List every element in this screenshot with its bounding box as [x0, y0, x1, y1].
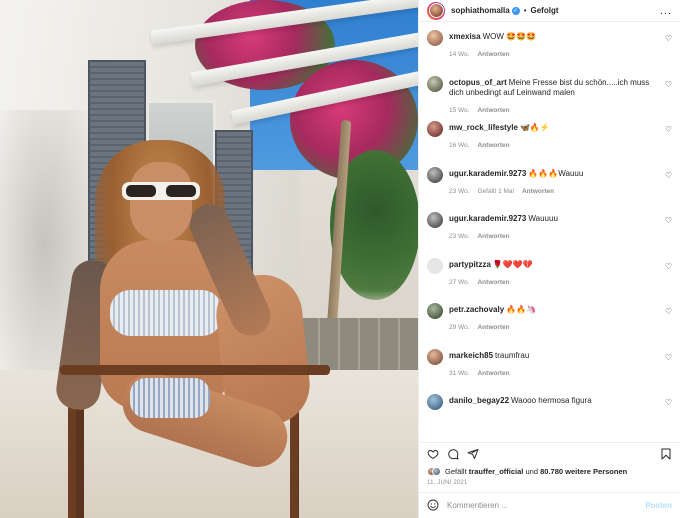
comment-text: 🌹❤️❤️💔: [492, 259, 533, 269]
comment-item: danilo_begay22 Waooo hermosa figura ♡: [427, 394, 672, 440]
save-bookmark-icon[interactable]: [660, 448, 672, 460]
comment-avatar[interactable]: [427, 121, 443, 137]
comment-like-heart-icon[interactable]: ♡: [662, 258, 672, 271]
comment-reply-button[interactable]: Antworten: [477, 278, 509, 288]
like-heart-icon[interactable]: [427, 448, 439, 460]
comment-username[interactable]: ugur.karademir.9273: [449, 214, 526, 223]
comment-like-heart-icon[interactable]: ♡: [662, 167, 672, 180]
comment-text: traumfrau: [495, 350, 530, 360]
comment-item: markeich85 traumfrau 31 Wo. Antworten ♡: [427, 348, 672, 395]
likes-prefix: Gefällt: [445, 466, 467, 476]
comment-username[interactable]: octopus_of_art: [449, 78, 507, 87]
share-paper-plane-icon[interactable]: [467, 448, 479, 460]
comment-username[interactable]: markeich85: [449, 351, 493, 360]
comment-avatar[interactable]: [427, 303, 443, 319]
comment-reply-button[interactable]: Antworten: [477, 50, 509, 60]
likes-count-link[interactable]: 80.780 weitere Personen: [540, 467, 627, 476]
comment-item: mw_rock_lifestyle 🦋🔥⚡ 16 Wo. Antworten ♡: [427, 121, 672, 167]
comment-reply-button[interactable]: Antworten: [477, 106, 509, 116]
comment-reply-button[interactable]: Antworten: [477, 141, 509, 151]
comment-avatar[interactable]: [427, 212, 443, 228]
comment-username[interactable]: petr.zachovaly: [449, 305, 504, 314]
comment-text: Waooo hermosa figura: [511, 396, 592, 405]
comment-time[interactable]: 15 Wo.: [449, 106, 469, 116]
comment-avatar[interactable]: [427, 394, 443, 410]
comment-time[interactable]: 31 Wo.: [449, 369, 469, 379]
comment-item: octopus_of_art Meine Fresse bist du schön…: [427, 75, 672, 122]
comment-username[interactable]: mw_rock_lifestyle: [449, 123, 518, 132]
likes-user-link[interactable]: trauffer_official: [469, 467, 524, 476]
comment-item: ugur.karademir.9273 🔥🔥🔥Wauuu 23 Wo. Gefäll…: [427, 166, 672, 213]
comment-username[interactable]: partypitzza: [449, 260, 491, 269]
comment-reply-button[interactable]: Antworten: [522, 187, 554, 197]
comment-like-heart-icon[interactable]: ♡: [662, 121, 672, 134]
comment-text: WOW 🤩🤩🤩: [482, 32, 537, 41]
more-options-icon[interactable]: ...: [660, 5, 672, 16]
comment-time[interactable]: 16 Wo.: [449, 141, 469, 151]
comment-text: 🦋🔥⚡: [519, 123, 550, 132]
comment-time[interactable]: 23 Wo.: [449, 187, 469, 197]
comment-avatar[interactable]: [427, 348, 443, 365]
comment-avatar[interactable]: [427, 166, 443, 183]
comment-time[interactable]: 23 Wo.: [449, 232, 469, 242]
comment-like-heart-icon[interactable]: ♡: [662, 303, 672, 316]
likes-middle: und: [525, 466, 538, 476]
comment-item: ugur.karademir.9273 Wauuuu 23 Wo. Antworte…: [427, 212, 672, 258]
comment-time[interactable]: 27 Wo.: [449, 278, 469, 288]
comment-text: 🔥🔥🦄: [506, 305, 537, 314]
header-username[interactable]: sophiathomalla: [451, 6, 510, 15]
post-date[interactable]: 11. JUNI 2021: [419, 478, 680, 492]
post-comment-button[interactable]: Posten: [645, 501, 672, 510]
emoji-smiley-icon[interactable]: [427, 499, 439, 513]
comment-time[interactable]: 14 Wo.: [449, 50, 469, 60]
post-sidebar: sophiathomalla ✓ • Gefolgt ... xmexisa WO…: [418, 0, 680, 518]
follow-status-button[interactable]: Gefolgt: [531, 6, 559, 15]
comment-like-heart-icon[interactable]: ♡: [662, 212, 672, 225]
profile-avatar[interactable]: [427, 1, 445, 20]
comment-username[interactable]: ugur.karademir.9273: [449, 169, 526, 178]
liker-avatar[interactable]: [432, 466, 441, 476]
comment-text: Wauuuu: [528, 214, 558, 223]
comment-username[interactable]: danilo_begay22: [449, 396, 509, 405]
post-actions: [419, 442, 680, 464]
comment-reply-button[interactable]: Antworten: [477, 232, 509, 242]
comment-username[interactable]: xmexisa: [449, 32, 481, 41]
comment-like-heart-icon[interactable]: ♡: [662, 30, 672, 43]
comment-list[interactable]: xmexisa WOW 🤩🤩🤩 14 Wo. Antworten ♡ octopus…: [419, 22, 680, 442]
header-separator: •: [523, 6, 527, 15]
comment-avatar-default[interactable]: [427, 257, 443, 274]
verified-badge-icon: ✓: [511, 6, 520, 15]
comment-bubble-icon[interactable]: [447, 448, 459, 460]
instagram-post: sophiathomalla ✓ • Gefolgt ... xmexisa WO…: [0, 0, 680, 518]
comment-avatar[interactable]: [427, 75, 443, 92]
comment-item: petr.zachovaly 🔥🔥🦄 29 Wo. Antworten ♡: [427, 303, 672, 349]
post-header: sophiathomalla ✓ • Gefolgt ...: [419, 0, 680, 22]
comment-reply-button[interactable]: Antworten: [477, 323, 509, 333]
comment-like-heart-icon[interactable]: ♡: [662, 394, 672, 407]
comment-compose: Posten: [419, 492, 680, 518]
comment-avatar[interactable]: [427, 30, 443, 46]
comment-like-heart-icon[interactable]: ♡: [662, 349, 672, 362]
comment-like-heart-icon[interactable]: ♡: [662, 76, 672, 89]
comment-item: partypitzza 🌹❤️❤️💔 27 Wo. Antworten ♡: [427, 257, 672, 304]
photo-person: [53, 140, 314, 518]
comment-item: xmexisa WOW 🤩🤩🤩 14 Wo. Antworten ♡: [427, 30, 672, 76]
comment-text: 🔥🔥🔥Wauuu: [528, 168, 584, 178]
comment-reply-button[interactable]: Antworten: [477, 369, 509, 379]
post-photo[interactable]: [0, 0, 418, 518]
likes-summary: Gefällt trauffer_official und 80.780 wei…: [419, 464, 680, 478]
comment-likes-count[interactable]: Gefällt 1 Mal: [477, 187, 514, 197]
comment-time[interactable]: 29 Wo.: [449, 323, 469, 333]
comment-input[interactable]: [447, 501, 646, 510]
